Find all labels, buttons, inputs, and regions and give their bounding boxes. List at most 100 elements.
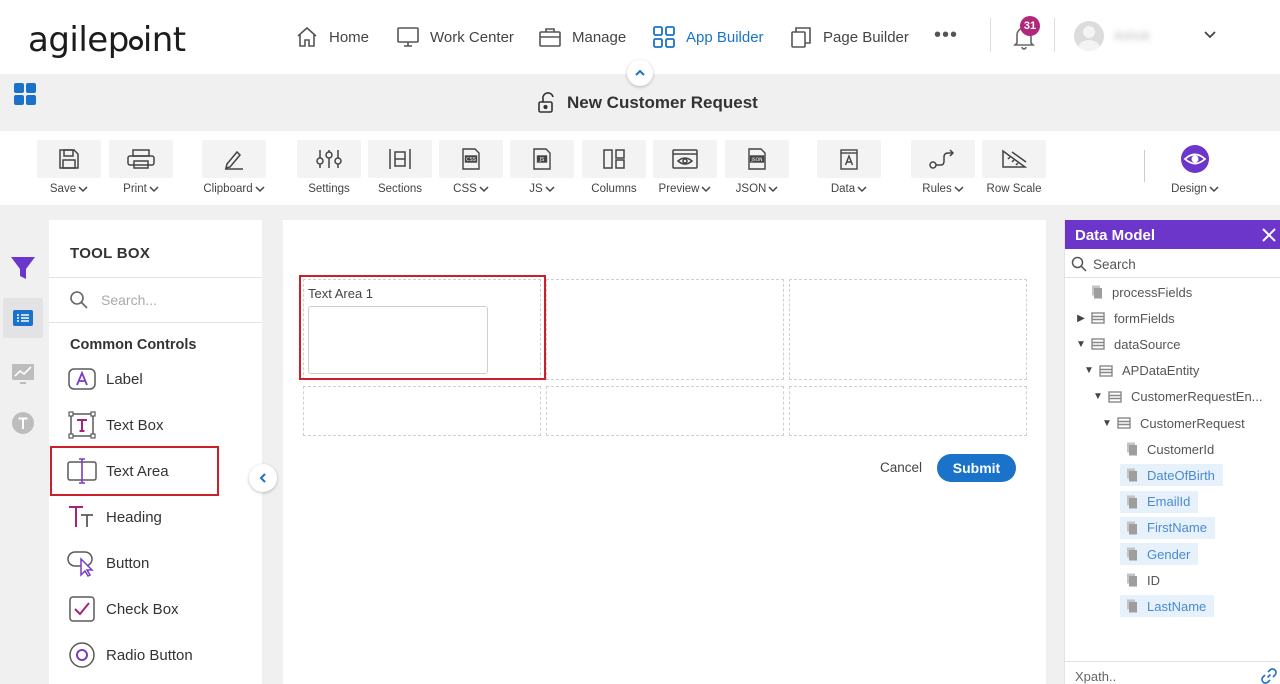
ribbon-sections-button[interactable]: Sections (368, 140, 432, 200)
collapse-arrow-icon[interactable]: ▼ (1075, 339, 1087, 350)
collapse-arrow-icon[interactable]: ▼ (1101, 418, 1113, 429)
nav-manage[interactable]: Manage (538, 22, 626, 52)
check-box-icon (69, 596, 95, 622)
collapse-header-button[interactable] (627, 60, 653, 86)
toolbox-item-check-box[interactable]: Check Box (67, 592, 179, 626)
data-model-node-label: ID (1147, 572, 1160, 588)
data-model-node[interactable]: processFields (1075, 281, 1192, 303)
briefcase-icon (539, 28, 561, 47)
close-icon[interactable] (1261, 227, 1277, 243)
collapse-arrow-icon[interactable]: ▼ (1092, 391, 1104, 402)
toolbox-item-heading[interactable]: Heading (67, 500, 162, 534)
text-area-control-highlight (299, 275, 546, 380)
form-cell[interactable] (789, 279, 1027, 380)
data-model-node[interactable]: DateOfBirth (1120, 464, 1223, 487)
form-cell[interactable] (546, 279, 784, 380)
logo-dot-icon (128, 36, 143, 50)
page-title: New Customer Request (537, 92, 758, 114)
ribbon-js-button[interactable]: JS JS (510, 140, 574, 200)
cancel-button[interactable]: Cancel (880, 460, 922, 475)
table-group-icon (1108, 390, 1122, 404)
ribbon-clipboard-button[interactable]: Clipboard (202, 140, 266, 200)
toolbox-item-text-box[interactable]: Text Box (67, 408, 164, 442)
filter-funnel-icon[interactable] (3, 248, 43, 288)
field-document-icon (1091, 285, 1103, 299)
nav-page-builder[interactable]: Page Builder (789, 22, 909, 52)
expand-arrow-icon[interactable]: ▶ (1075, 313, 1087, 324)
data-model-node-label: CustomerId (1147, 441, 1215, 457)
data-model-node[interactable]: EmailId (1120, 490, 1199, 513)
ribbon-css-button[interactable]: CSS CSS (439, 140, 503, 200)
data-model-node[interactable]: ▼ CustomerRequest (1101, 412, 1245, 434)
nav-divider (990, 18, 991, 52)
ribbon-row-scale-button[interactable]: Row Scale (982, 140, 1046, 200)
data-model-search-input[interactable]: Search (1071, 256, 1136, 272)
form-cell[interactable] (789, 386, 1027, 436)
user-menu-chevron-down-icon[interactable] (1202, 26, 1218, 47)
collapse-toolbox-button[interactable] (249, 464, 277, 492)
toolbox-item-button[interactable]: Button (67, 546, 149, 580)
ribbon-data-button[interactable]: Data (817, 140, 881, 200)
toolbox-search-input[interactable]: Search... (69, 290, 157, 310)
xpath-input[interactable]: Xpath.. (1075, 669, 1116, 684)
settings-sliders-icon (316, 150, 342, 168)
ribbon-rules-button[interactable]: Rules (911, 140, 975, 200)
data-model-node-label: CustomerRequest (1140, 415, 1245, 431)
divider (1065, 277, 1280, 278)
more-menu-icon[interactable]: ••• (934, 24, 958, 47)
ribbon-settings-button[interactable]: Settings (297, 140, 361, 200)
unlock-icon (538, 92, 554, 113)
apps-grid-icon[interactable] (14, 83, 36, 110)
table-group-icon (1091, 337, 1105, 351)
form-cell[interactable] (303, 386, 541, 436)
data-model-node[interactable]: ▼ APDataEntity (1083, 360, 1199, 382)
ribbon-save-button[interactable]: Save (37, 140, 101, 200)
data-model-node[interactable]: ▼ CustomerRequestEn... (1092, 386, 1262, 408)
chevron-down-icon (768, 186, 778, 193)
chevron-down-icon (545, 186, 555, 193)
ribbon-print-button[interactable]: Print (109, 140, 173, 200)
search-icon (70, 291, 88, 309)
agilepoint-logo[interactable]: agilep int (28, 20, 186, 60)
chevron-up-icon (635, 69, 645, 76)
submit-button[interactable]: Submit (937, 454, 1016, 482)
data-model-node[interactable]: ID (1110, 569, 1160, 591)
chevron-down-icon (479, 186, 489, 193)
chart-analytics-icon[interactable] (3, 353, 43, 393)
ribbon-json-button[interactable]: JSON JSON (725, 140, 789, 200)
data-model-node-label: DateOfBirth (1147, 467, 1215, 483)
nav-app-builder[interactable]: App Builder (652, 22, 764, 52)
data-model-node-label: Gender (1147, 546, 1191, 562)
data-model-node[interactable]: Gender (1120, 543, 1199, 565)
data-model-node[interactable]: ▼ dataSource (1075, 333, 1180, 355)
user-avatar[interactable] (1074, 21, 1104, 51)
link-icon[interactable] (1261, 668, 1277, 684)
toolbox-item-radio-button[interactable]: Radio Button (67, 638, 193, 672)
svg-text:JSON: JSON (750, 157, 762, 163)
chevron-down-icon (857, 186, 867, 193)
nav-work-center[interactable]: Work Center (396, 22, 514, 52)
data-model-node-label: LastName (1147, 598, 1207, 614)
toolbox-item-label[interactable]: Label (67, 362, 143, 396)
ribbon-columns-button[interactable]: Columns (582, 140, 646, 200)
radio-button-icon (69, 642, 95, 668)
data-model-node[interactable]: LastName (1120, 595, 1215, 618)
collapse-arrow-icon[interactable]: ▼ (1083, 365, 1095, 376)
nav-home[interactable]: Home (295, 22, 369, 52)
field-document-icon (1126, 468, 1138, 482)
print-icon (127, 149, 155, 169)
data-model-node[interactable]: FirstName (1120, 516, 1215, 539)
text-box-icon (68, 411, 96, 439)
data-icon (840, 149, 858, 170)
rules-icon (929, 149, 955, 169)
table-group-icon (1091, 311, 1105, 325)
ribbon-preview-button[interactable]: Preview (653, 140, 717, 200)
ribbon-design-button[interactable]: Design (1163, 140, 1227, 200)
template-t-icon[interactable] (3, 403, 43, 443)
pages-icon (791, 27, 811, 48)
grid-icon (653, 26, 675, 48)
toolbox-form-icon[interactable] (3, 298, 43, 338)
form-cell[interactable] (546, 386, 784, 436)
data-model-node[interactable]: ▶ formFields (1075, 307, 1175, 329)
data-model-node[interactable]: CustomerId (1110, 438, 1214, 460)
